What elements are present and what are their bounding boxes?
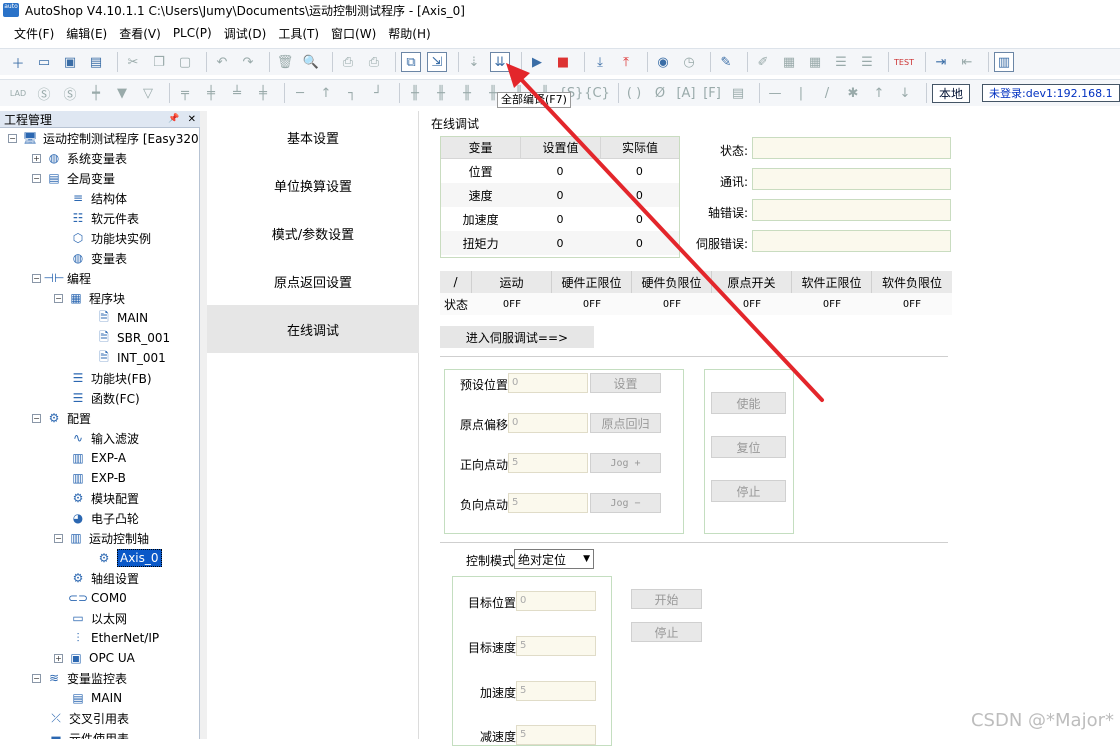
watermark: CSDN @*Major* — [970, 710, 1114, 731]
annotation-arrow — [506, 63, 824, 402]
